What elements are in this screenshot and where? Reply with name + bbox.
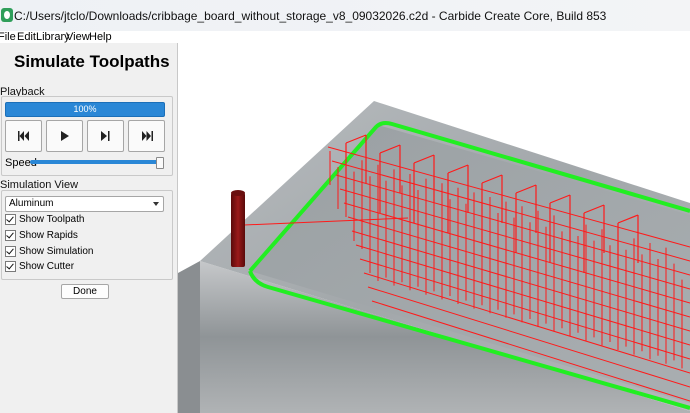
step-forward-button[interactable]: [87, 120, 124, 152]
done-button[interactable]: Done: [61, 284, 109, 299]
menu-file[interactable]: File: [0, 31, 16, 43]
playback-progress-bar: 100%: [5, 102, 165, 117]
title-bar: C:/Users/jtclo/Downloads/cribbage_board_…: [0, 0, 690, 32]
stock-side-face: [178, 261, 200, 413]
show-toolpath-label: Show Toolpath: [19, 214, 85, 225]
toolpath-simulation-scene: [178, 101, 690, 413]
menu-edit[interactable]: Edit: [17, 31, 36, 43]
show-toolpath-option[interactable]: Show Toolpath: [5, 213, 84, 226]
app-icon: [1, 8, 13, 22]
skip-back-icon: [17, 131, 29, 141]
material-select-value: Aluminum: [9, 198, 54, 209]
speed-slider-track[interactable]: [30, 160, 158, 164]
show-rapids-label: Show Rapids: [19, 230, 78, 241]
show-simulation-option[interactable]: Show Simulation: [5, 245, 93, 258]
menu-view[interactable]: View: [66, 31, 90, 43]
cutter-top: [231, 190, 245, 196]
speed-slider-thumb[interactable]: [156, 157, 164, 169]
show-simulation-checkbox[interactable]: [5, 246, 16, 257]
skip-forward-button[interactable]: [128, 120, 165, 152]
menu-help[interactable]: Help: [89, 31, 112, 43]
show-cutter-option[interactable]: Show Cutter: [5, 260, 74, 273]
play-icon: [60, 131, 69, 141]
panel-title: Simulate Toolpaths: [14, 52, 170, 71]
rewind-button[interactable]: [5, 120, 42, 152]
menu-bar: File Edit Library View Help: [0, 31, 690, 43]
material-select[interactable]: Aluminum: [5, 196, 164, 212]
show-cutter-checkbox[interactable]: [5, 261, 16, 272]
step-forward-icon: [100, 131, 109, 141]
show-cutter-label: Show Cutter: [19, 261, 75, 272]
chevron-down-icon: [153, 202, 159, 206]
show-rapids-option[interactable]: Show Rapids: [5, 229, 78, 242]
cutter-body: [231, 193, 245, 267]
play-button[interactable]: [46, 120, 83, 152]
simulation-viewport[interactable]: [178, 43, 690, 413]
menu-library[interactable]: Library: [36, 31, 70, 43]
show-simulation-label: Show Simulation: [19, 246, 94, 257]
show-rapids-checkbox[interactable]: [5, 230, 16, 241]
show-toolpath-checkbox[interactable]: [5, 214, 16, 225]
window-title: C:/Users/jtclo/Downloads/cribbage_board_…: [14, 9, 607, 23]
skip-forward-icon: [141, 131, 153, 141]
